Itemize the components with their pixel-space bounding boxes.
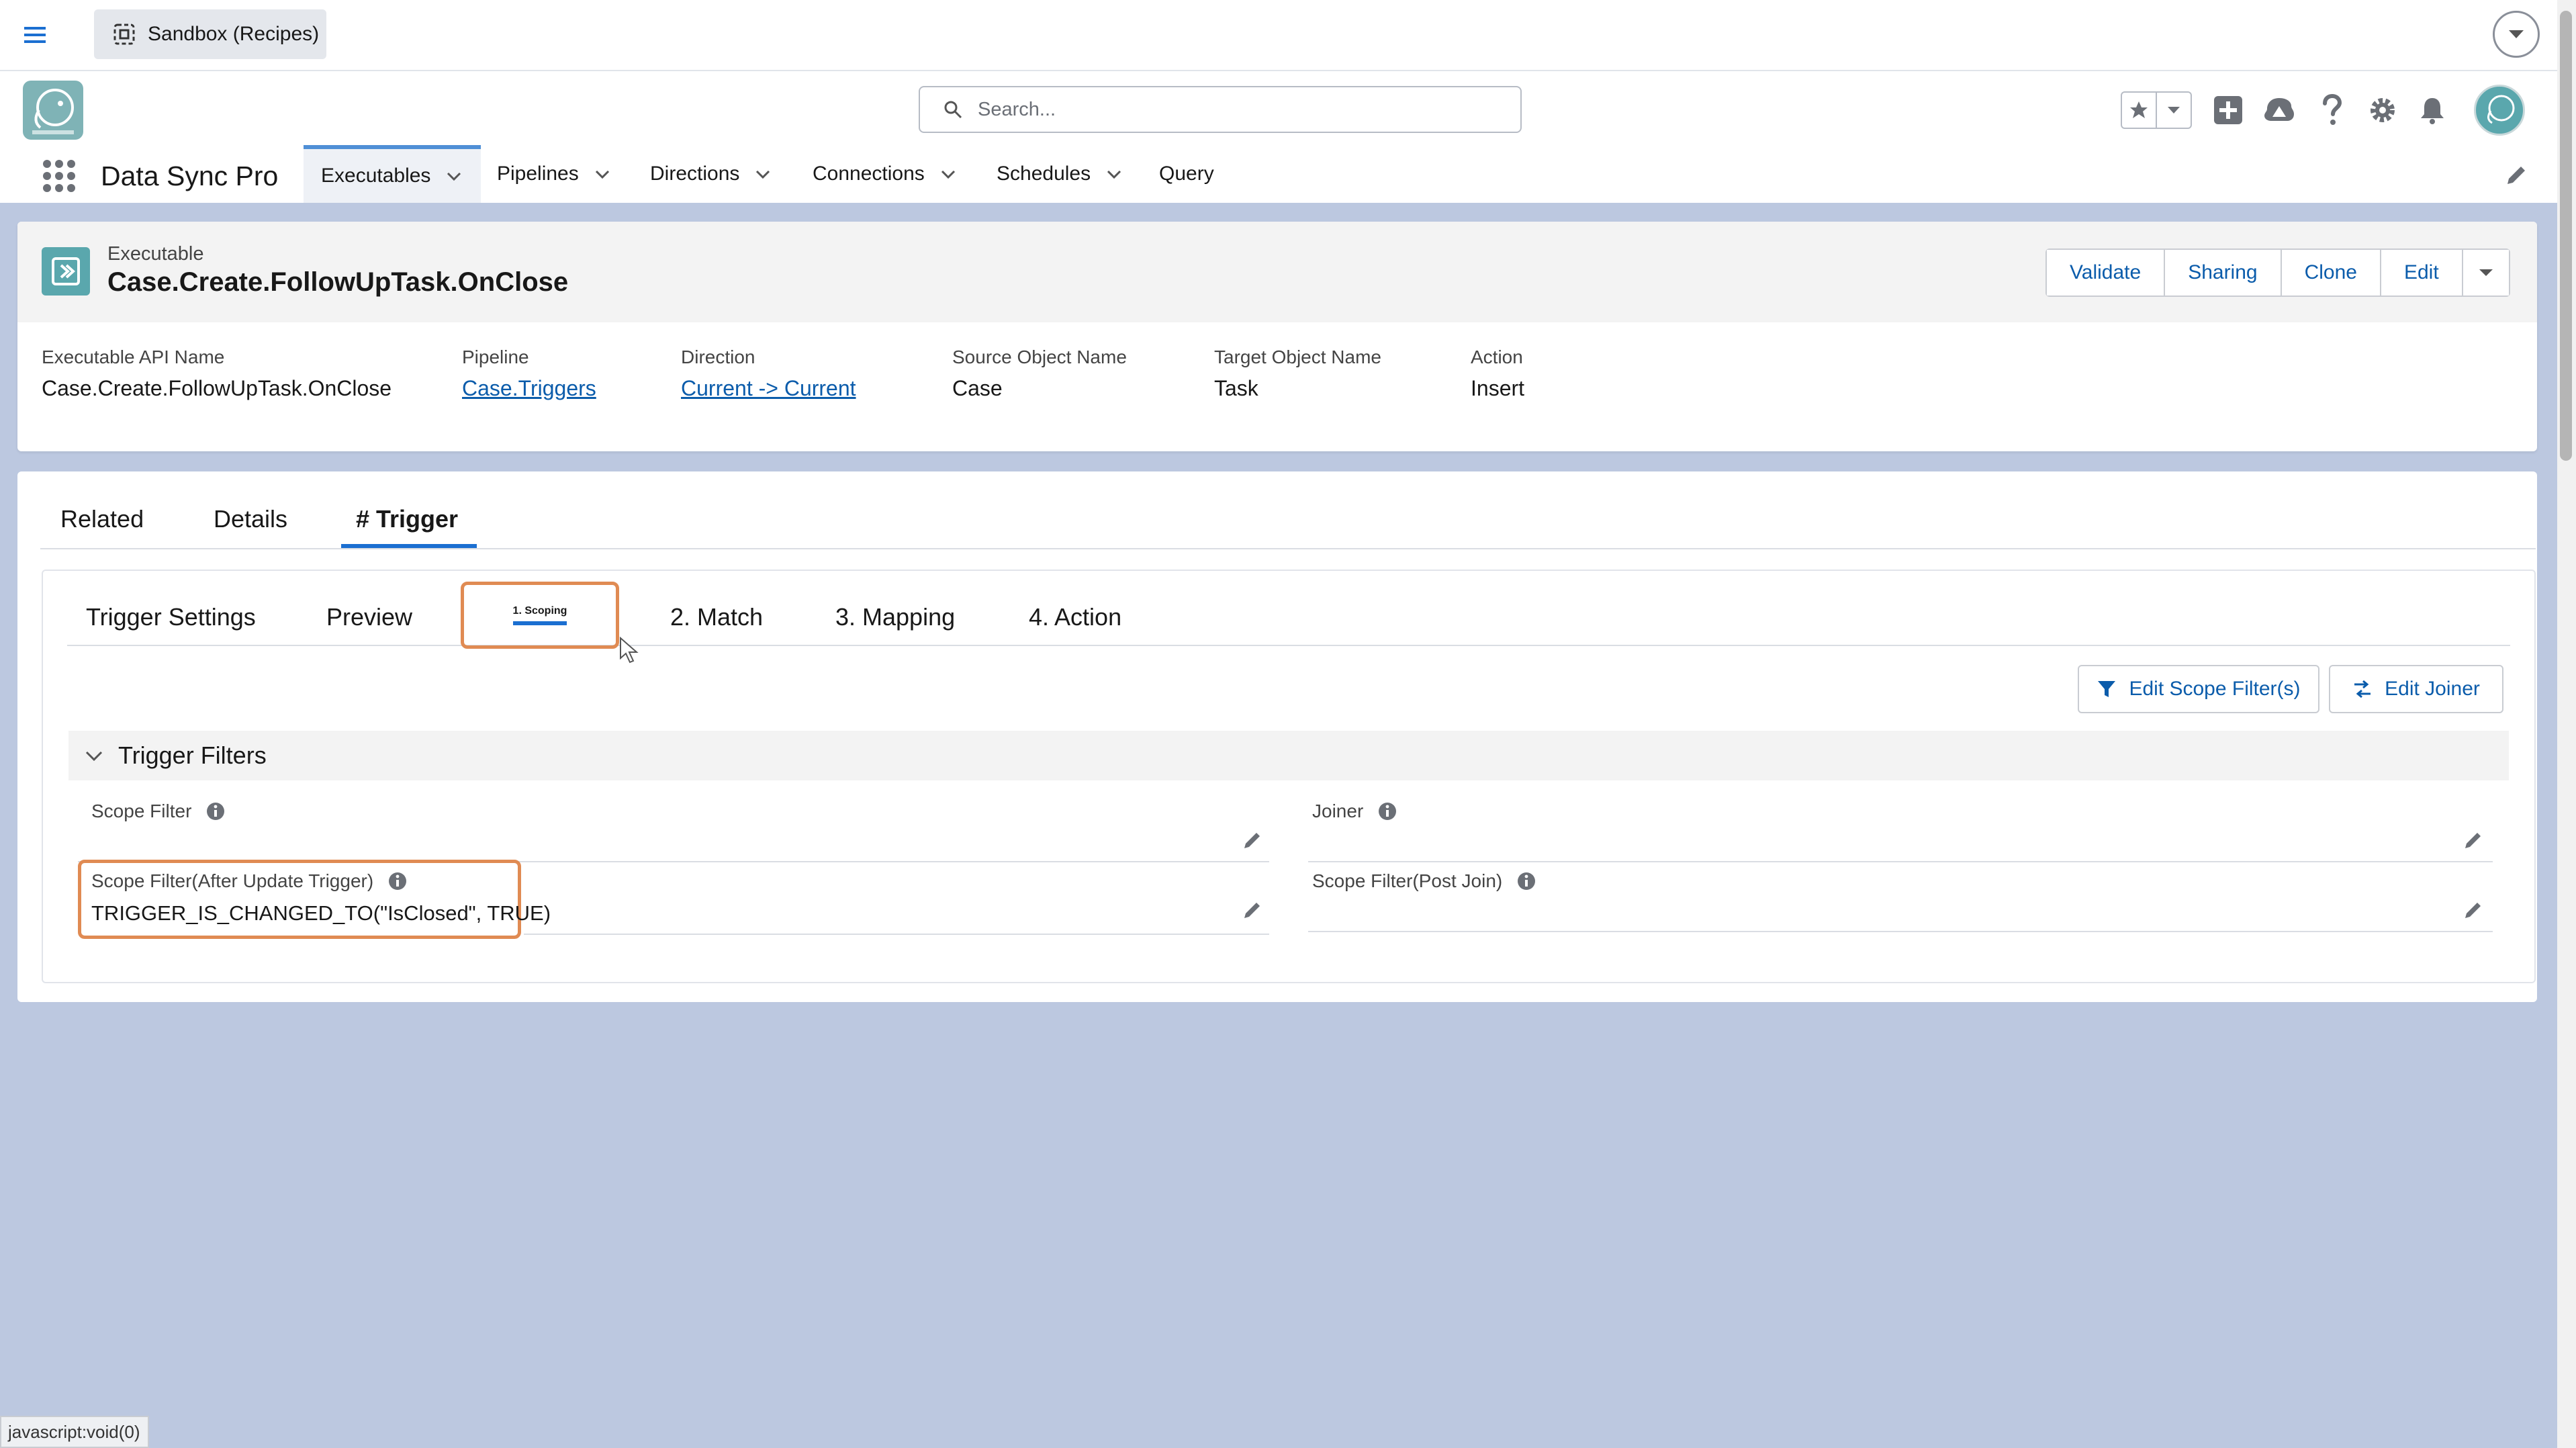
scope-after-update-value: TRIGGER_IS_CHANGED_TO("IsClosed", TRUE) xyxy=(91,901,551,925)
section-title: Trigger Filters xyxy=(118,741,267,769)
field-target-object: Target Object Name Task xyxy=(1214,347,1381,400)
trailhead-icon[interactable] xyxy=(2260,91,2298,129)
global-search[interactable] xyxy=(919,86,1522,133)
nav-tab-schedules[interactable]: Schedules xyxy=(997,145,1123,203)
subtab-preview[interactable]: Preview xyxy=(326,603,412,631)
sandbox-label: Sandbox (Recipes) xyxy=(148,23,320,45)
user-avatar[interactable] xyxy=(2474,85,2525,136)
caret-down-icon xyxy=(2509,30,2524,38)
nav-tab-directions[interactable]: Directions xyxy=(650,145,772,203)
scope-post-join-label: Scope Filter(Post Join) xyxy=(1312,870,1536,892)
field-divider xyxy=(1308,861,2493,862)
edit-scope-filters-button[interactable]: Edit Scope Filter(s) xyxy=(2078,665,2319,713)
nav-tab-label: Pipelines xyxy=(497,163,579,185)
avatar-elephant-icon xyxy=(2487,95,2515,124)
tab-trigger[interactable]: # Trigger xyxy=(356,505,458,533)
app-logo[interactable] xyxy=(23,81,83,140)
favorites-group[interactable] xyxy=(2121,91,2192,129)
help-icon[interactable] xyxy=(2313,91,2350,129)
subtab-action[interactable]: 4. Action xyxy=(1029,603,1121,631)
subtab-trigger-settings[interactable]: Trigger Settings xyxy=(86,603,256,631)
subtab-mapping[interactable]: 3. Mapping xyxy=(835,603,955,631)
hamburger-menu-icon[interactable] xyxy=(21,21,48,48)
chevron-down-icon[interactable] xyxy=(939,165,957,183)
favorites-dropdown-icon[interactable] xyxy=(2156,93,2191,128)
top-dropdown-button[interactable] xyxy=(2493,11,2540,58)
chevron-down-icon[interactable] xyxy=(1105,165,1123,183)
subtab-match[interactable]: 2. Match xyxy=(670,603,763,631)
subtab-scoping[interactable]: 1. Scoping xyxy=(461,582,619,649)
nav-tab-label: Schedules xyxy=(997,163,1091,185)
record-title: Case.Create.FollowUpTask.OnClose xyxy=(107,267,569,297)
subtab-scoping-label: 1. Scoping xyxy=(512,605,567,625)
record-type-label: Executable xyxy=(107,243,204,265)
status-url-tooltip: javascript:void(0) xyxy=(0,1416,149,1448)
field-source-object: Source Object Name Case xyxy=(952,347,1127,400)
caret-down-icon xyxy=(2479,269,2493,276)
field-divider xyxy=(524,934,1269,935)
field-direction: Direction Current -> Current xyxy=(681,347,856,401)
nav-tab-executables[interactable]: Executables xyxy=(304,145,481,203)
direction-link[interactable]: Current -> Current xyxy=(681,376,856,401)
global-add-icon[interactable] xyxy=(2209,91,2247,129)
sharing-button[interactable]: Sharing xyxy=(2165,250,2282,296)
trigger-filters-section-header[interactable]: Trigger Filters xyxy=(68,731,2509,780)
info-icon[interactable] xyxy=(1378,802,1397,821)
nav-tab-label: Query xyxy=(1159,163,1214,185)
pipeline-link[interactable]: Case.Triggers xyxy=(462,376,596,401)
sandbox-icon xyxy=(113,23,136,46)
tab-related[interactable]: Related xyxy=(60,505,144,533)
executable-record-icon xyxy=(42,247,90,296)
edit-scope-after-update-pencil-icon[interactable] xyxy=(1242,900,1262,920)
search-icon xyxy=(943,99,963,120)
notification-bell-icon[interactable] xyxy=(2413,91,2451,129)
star-icon[interactable] xyxy=(2122,93,2156,128)
chevron-down-icon[interactable] xyxy=(83,745,105,766)
joiner-label: Joiner xyxy=(1312,801,1397,822)
chevron-down-icon[interactable] xyxy=(445,167,463,185)
edit-scope-post-join-pencil-icon[interactable] xyxy=(2463,900,2483,920)
elephant-logo-icon xyxy=(32,89,74,134)
filter-icon xyxy=(2097,679,2117,699)
more-actions-button[interactable] xyxy=(2463,250,2509,296)
nav-tab-label: Connections xyxy=(813,163,925,185)
edit-scope-filter-pencil-icon[interactable] xyxy=(1242,830,1262,850)
field-action: Action Insert xyxy=(1471,347,1525,400)
chevron-down-icon[interactable] xyxy=(754,165,772,183)
tab-details[interactable]: Details xyxy=(214,505,287,533)
sandbox-bar xyxy=(0,0,2576,71)
nav-tab-query[interactable]: Query xyxy=(1159,145,1214,203)
app-launcher-icon[interactable] xyxy=(40,157,78,195)
info-icon[interactable] xyxy=(388,872,407,891)
info-icon[interactable] xyxy=(1517,872,1536,891)
joiner-icon xyxy=(2352,679,2373,699)
subtabs-divider xyxy=(67,645,2510,646)
nav-tab-pipelines[interactable]: Pipelines xyxy=(497,145,611,203)
edit-nav-pencil-icon[interactable] xyxy=(2505,164,2528,187)
edit-joiner-button[interactable]: Edit Joiner xyxy=(2329,665,2503,713)
sandbox-chip[interactable]: Sandbox (Recipes) xyxy=(94,9,326,59)
info-icon[interactable] xyxy=(206,802,225,821)
gear-icon[interactable] xyxy=(2364,91,2401,129)
nav-tab-label: Executables xyxy=(321,165,431,187)
field-divider xyxy=(1308,931,2493,932)
scope-after-update-label: Scope Filter(After Update Trigger) xyxy=(91,870,407,892)
validate-button[interactable]: Validate xyxy=(2047,250,2166,296)
page-scrollbar-thumb[interactable] xyxy=(2560,11,2572,461)
mouse-cursor-icon xyxy=(619,637,639,665)
search-input[interactable] xyxy=(976,97,1489,122)
nav-tab-connections[interactable]: Connections xyxy=(813,145,957,203)
clone-button[interactable]: Clone xyxy=(2281,250,2381,296)
field-executable-api-name: Executable API Name Case.Create.FollowUp… xyxy=(42,347,392,400)
nav-tab-label: Directions xyxy=(650,163,740,185)
tabs-divider xyxy=(40,548,2536,549)
app-name: Data Sync Pro xyxy=(101,161,279,191)
scope-filter-label: Scope Filter xyxy=(91,801,225,822)
edit-joiner-pencil-icon[interactable] xyxy=(2463,830,2483,850)
record-actions: Validate Sharing Clone Edit xyxy=(2045,248,2510,297)
edit-button[interactable]: Edit xyxy=(2381,250,2463,296)
chevron-down-icon[interactable] xyxy=(594,165,611,183)
active-tab-indicator xyxy=(341,544,477,548)
field-pipeline: Pipeline Case.Triggers xyxy=(462,347,596,401)
